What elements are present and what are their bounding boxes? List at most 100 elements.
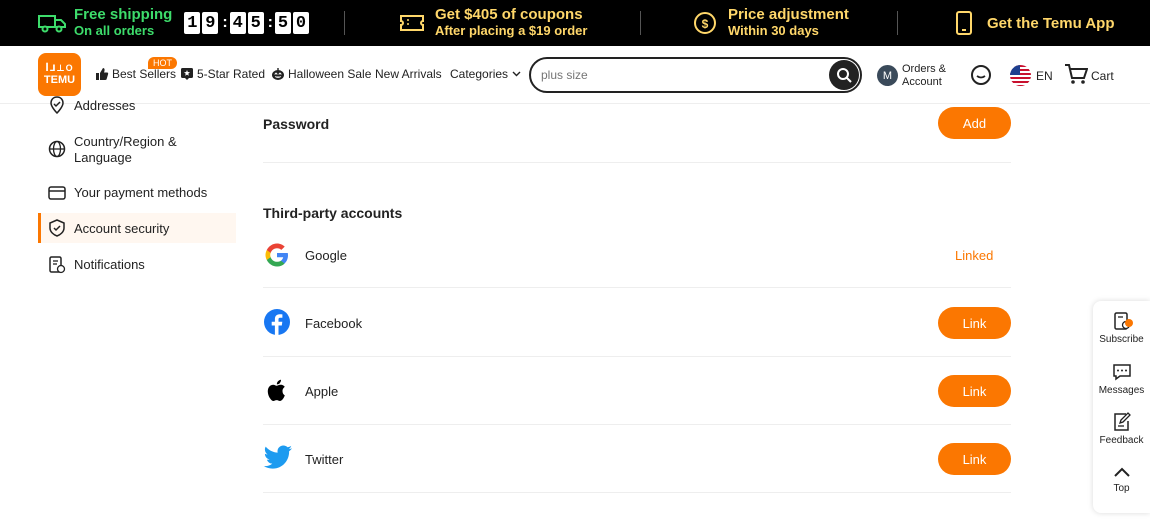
link-twitter-button[interactable]: Link (938, 443, 1011, 475)
top-label: Top (1113, 483, 1130, 494)
promo-bar: Free shipping On all orders 1 9 : 4 5 : … (0, 0, 1150, 46)
messages-button[interactable]: Messages (1093, 362, 1150, 396)
price-adjustment-title: Price adjustment (728, 6, 849, 23)
back-to-top-button[interactable]: Top (1093, 464, 1150, 494)
link-facebook-button[interactable]: Link (938, 307, 1011, 339)
nav-label: Best Sellers (112, 67, 177, 81)
sidebar-item-label: Country/Region & (74, 134, 177, 149)
notification-doc-icon (49, 256, 66, 274)
get-app-promo[interactable]: Get the Temu App (955, 0, 1115, 46)
search-input[interactable] (541, 68, 821, 82)
messages-label: Messages (1098, 385, 1145, 396)
countdown-timer: 1 9 : 4 5 : 5 0 (184, 12, 311, 34)
divider (263, 287, 1011, 288)
free-shipping-promo[interactable]: Free shipping On all orders 1 9 : 4 5 : … (38, 0, 311, 46)
nav-label: Categories (450, 67, 509, 81)
timer-digit: 5 (247, 12, 264, 34)
cart-icon[interactable] (1064, 63, 1088, 85)
coupon-title: Get $405 of coupons (435, 6, 583, 23)
globe-icon (48, 140, 66, 158)
search-button[interactable] (829, 60, 859, 90)
star-badge-icon (181, 68, 193, 80)
temu-logo[interactable]: ꟾ⅃⊥O TEMU (38, 53, 81, 96)
nav-five-star[interactable]: 5-Star Rated (180, 67, 265, 81)
dollar-clock-icon: $ (694, 12, 716, 34)
shipping-subtitle: On all orders (74, 23, 155, 38)
nav-new-arrivals[interactable]: New Arrivals (375, 67, 442, 81)
coupon-promo[interactable]: Get $405 of coupons After placing a $19 … (399, 0, 587, 46)
search-icon (837, 68, 852, 83)
nav-label: New Arrivals (375, 67, 442, 81)
orders-account-link[interactable]: Orders & Account (902, 63, 946, 89)
subscribe-label: Subscribe (1099, 334, 1144, 345)
timer-digit: 0 (293, 12, 309, 34)
timer-digit: 5 (275, 12, 291, 34)
timer-digit: 1 (184, 12, 201, 34)
timer-digit: 4 (229, 12, 246, 34)
add-password-button[interactable]: Add (938, 107, 1011, 139)
sidebar-item-account-security[interactable]: Account security (38, 213, 236, 243)
feedback-label: Feedback (1099, 435, 1144, 446)
us-flag-icon[interactable] (1010, 65, 1031, 86)
price-adjustment-promo[interactable]: $ Price adjustment Within 30 days (692, 0, 849, 46)
account-name-twitter: Twitter (305, 452, 344, 467)
twitter-icon (263, 445, 292, 469)
language-selector[interactable]: EN (1036, 69, 1053, 83)
phone-icon (956, 11, 972, 35)
timer-colon: : (222, 14, 228, 31)
nav-halloween-sale[interactable]: Halloween Sale (271, 67, 371, 81)
floating-toolbar: Subscribe Messages Feedback Top (1093, 301, 1150, 513)
promo-divider (344, 11, 345, 35)
orders-line1: Orders & (902, 63, 947, 75)
nav-best-sellers[interactable]: Best Sellers (95, 67, 176, 81)
password-title: Password (263, 116, 330, 132)
coupon-icon (400, 15, 424, 31)
support-chat-icon[interactable] (970, 64, 992, 86)
feedback-icon (1113, 412, 1131, 431)
orders-line2: Account (902, 76, 942, 88)
thumbs-up-icon (96, 68, 109, 80)
sidebar-item-label: Notifications (74, 257, 145, 272)
promo-divider (897, 11, 898, 35)
divider (263, 424, 1011, 425)
sidebar-item-payment-methods[interactable]: Your payment methods (38, 183, 236, 203)
promo-divider (640, 11, 641, 35)
shield-icon (49, 219, 65, 237)
message-icon (1112, 364, 1131, 381)
logo-glyphs: ꟾ⅃⊥O (45, 63, 74, 73)
location-pin-icon (50, 96, 64, 114)
subscribe-button[interactable]: Subscribe (1093, 311, 1150, 345)
truck-icon (38, 15, 66, 33)
coupon-subtitle: After placing a $19 order (435, 23, 588, 38)
sidebar-item-addresses[interactable]: Addresses (38, 96, 236, 116)
facebook-icon (264, 309, 290, 335)
chevron-up-icon (1113, 467, 1130, 477)
sidebar-item-label: Account security (74, 221, 170, 236)
nav-categories[interactable]: Categories (450, 67, 524, 81)
sidebar-item-label: Addresses (74, 98, 136, 113)
account-name-google: Google (305, 248, 347, 263)
nav-label: 5-Star Rated (197, 67, 266, 81)
credit-card-icon (48, 186, 66, 200)
avatar[interactable]: M (877, 65, 898, 86)
timer-colon: : (267, 14, 273, 31)
apple-icon (267, 379, 285, 401)
pumpkin-icon (272, 68, 284, 80)
notification-dot (1125, 319, 1133, 327)
sidebar-item-notifications[interactable]: Notifications (38, 255, 236, 275)
price-adjustment-subtitle: Within 30 days (728, 23, 819, 38)
search-bar (529, 57, 862, 93)
feedback-button[interactable]: Feedback (1093, 412, 1150, 446)
third-party-title: Third-party accounts (263, 205, 403, 221)
google-icon (265, 243, 288, 267)
shipping-title: Free shipping (74, 6, 173, 23)
cart-label[interactable]: Cart (1091, 69, 1114, 83)
divider (263, 492, 1011, 493)
sidebar-item-country-language[interactable]: Country/Region & Language (38, 133, 236, 167)
logo-text: TEMU (43, 74, 76, 86)
link-apple-button[interactable]: Link (938, 375, 1011, 407)
divider (263, 356, 1011, 357)
timer-digit: 9 (202, 12, 219, 34)
chevron-down-icon (512, 71, 521, 77)
sidebar-item-label: Language (74, 150, 132, 165)
